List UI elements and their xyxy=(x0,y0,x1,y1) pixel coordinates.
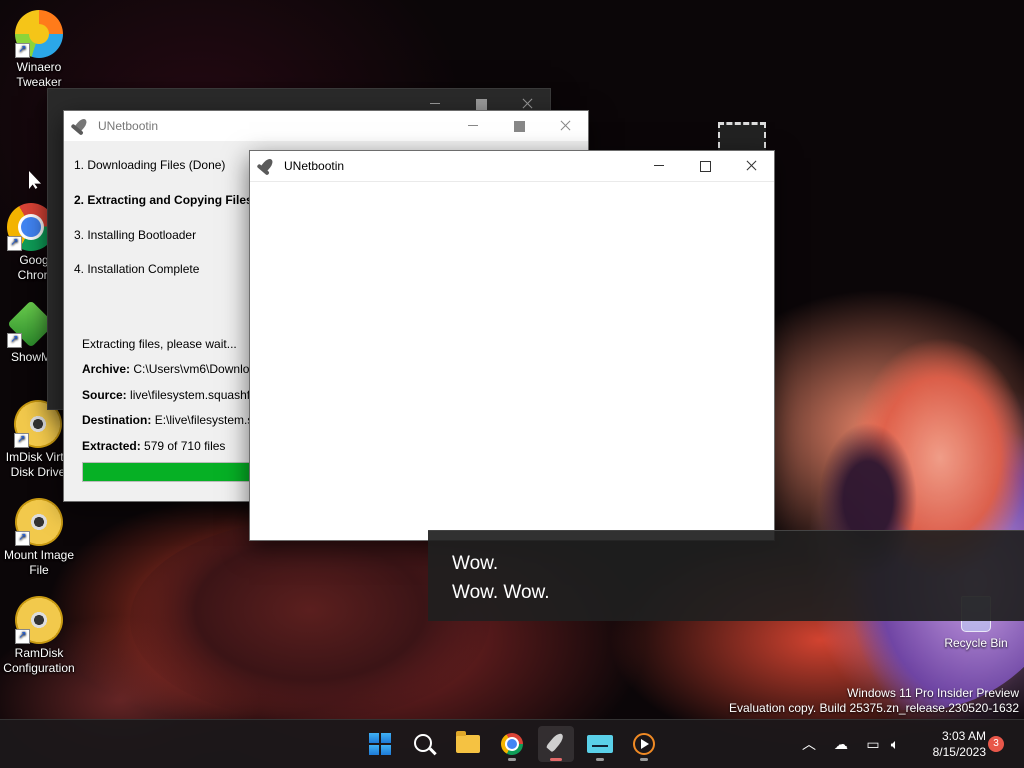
caption-line-1: Wow. xyxy=(452,553,499,574)
winaero-tweaker-icon: ↗ xyxy=(15,10,63,58)
unetbootin-rocket-icon xyxy=(73,117,90,134)
taskbar: ︿ ☁ ▭ 🔈︎ 3:03 AM 8/15/2023 xyxy=(0,719,1024,768)
shortcut-arrow-icon: ↗ xyxy=(15,43,30,58)
cloud-offline-icon[interactable]: ☁ xyxy=(832,735,850,753)
start-icon xyxy=(369,733,391,755)
desktop-icon-label: RamDisk Configuration xyxy=(3,646,75,675)
shortcut-arrow-icon: ↗ xyxy=(15,629,30,644)
archive-label: Archive: xyxy=(82,362,131,376)
shortcut-arrow-icon: ↗ xyxy=(15,531,30,546)
window-title: UNetbootin xyxy=(284,159,345,173)
unetbootin-blank-window[interactable]: UNetbootin xyxy=(249,150,775,541)
source-label: Source: xyxy=(82,388,127,402)
desktop-icon-label: Winaero Tweaker xyxy=(16,60,62,89)
running-indicator xyxy=(640,758,648,761)
extracted-label: Extracted: xyxy=(82,439,141,453)
unetbootin-rocket-icon xyxy=(259,157,276,174)
archive-line: Archive: C:\Users\vm6\Downloads xyxy=(82,362,269,376)
watermark-line-2: Evaluation copy. Build 25375.zn_release.… xyxy=(729,701,1019,715)
extracted-line: Extracted: 579 of 710 files xyxy=(82,439,225,453)
desktop-icon-label: Mount Image File xyxy=(3,548,75,577)
close-button[interactable] xyxy=(542,111,588,141)
network-icon[interactable]: ▭ xyxy=(864,735,882,753)
window-title: UNetbootin xyxy=(98,119,159,133)
media-player-taskbar-button[interactable] xyxy=(626,726,662,762)
start-button[interactable] xyxy=(362,726,398,762)
chrome-icon xyxy=(501,733,523,755)
destination-line: Destination: E:\live\filesystem.sq xyxy=(82,413,260,427)
keyboard-app-icon xyxy=(587,735,613,753)
desktop-icon-winaero-tweaker[interactable]: ↗ Winaero Tweaker xyxy=(1,10,77,90)
desktop-icon-ramdisk[interactable]: ↗ RamDisk Configuration xyxy=(1,596,77,676)
shortcut-arrow-icon: ↗ xyxy=(14,433,29,448)
watermark-line-1: Windows 11 Pro Insider Preview xyxy=(847,686,1019,700)
maximize-button[interactable] xyxy=(682,151,728,181)
running-indicator xyxy=(508,758,516,761)
keyboard-app-taskbar-button[interactable] xyxy=(582,726,618,762)
unetbootin-taskbar-button[interactable] xyxy=(538,726,574,762)
close-button[interactable] xyxy=(728,151,774,181)
step-extracting: 2. Extracting and Copying Files ( xyxy=(74,193,261,207)
destination-label: Destination: xyxy=(82,413,152,427)
mount-image-disc-icon: ↗ xyxy=(15,498,63,546)
window-titlebar[interactable]: UNetbootin xyxy=(250,151,774,182)
system-clock[interactable]: 3:03 AM 8/15/2023 xyxy=(914,728,986,760)
shortcut-arrow-icon: ↗ xyxy=(7,236,22,251)
windows-watermark: Windows 11 Pro Insider Preview Evaluatio… xyxy=(729,686,1019,716)
step-installing-bootloader: 3. Installing Bootloader xyxy=(74,228,197,242)
active-indicator xyxy=(550,758,562,761)
status-text: Extracting files, please wait... xyxy=(82,337,237,351)
unetbootin-icon xyxy=(545,731,566,753)
step-installation-complete: 4. Installation Complete xyxy=(74,262,200,276)
extracted-value: 579 of 710 files xyxy=(144,439,226,453)
chevron-up-icon[interactable]: ︿ xyxy=(800,735,818,753)
search-icon xyxy=(414,734,432,752)
destination-value: E:\live\filesystem.sq xyxy=(154,413,261,427)
volume-icon[interactable]: 🔈︎ xyxy=(886,735,904,753)
chrome-taskbar-button[interactable] xyxy=(494,726,530,762)
window-titlebar[interactable]: UNetbootin xyxy=(64,111,588,141)
clock-time: 3:03 AM xyxy=(941,729,986,743)
caption-line-2: Wow. Wow. xyxy=(452,582,550,603)
source-line: Source: live\filesystem.squashfs ( xyxy=(82,388,263,402)
minimize-button[interactable] xyxy=(636,151,682,181)
file-explorer-icon xyxy=(456,731,480,753)
live-caption-overlay: Wow. Wow. Wow. xyxy=(428,530,1024,621)
search-button[interactable] xyxy=(406,726,442,762)
file-explorer-button[interactable] xyxy=(450,726,486,762)
ramdisk-disc-icon: ↗ xyxy=(15,596,63,644)
notification-badge[interactable]: 3 xyxy=(988,736,1004,752)
source-value: live\filesystem.squashfs ( xyxy=(130,388,264,402)
desktop-icon-label: Recycle Bin xyxy=(944,636,1008,650)
step-downloading: 1. Downloading Files (Done) xyxy=(74,158,226,172)
desktop-icon-mount-image-file[interactable]: ↗ Mount Image File xyxy=(1,498,77,578)
shortcut-arrow-icon: ↗ xyxy=(7,333,22,348)
media-player-icon xyxy=(633,733,655,755)
clock-date: 8/15/2023 xyxy=(932,745,986,759)
maximize-button[interactable] xyxy=(496,111,542,141)
running-indicator xyxy=(596,758,604,761)
minimize-button[interactable] xyxy=(450,111,496,141)
